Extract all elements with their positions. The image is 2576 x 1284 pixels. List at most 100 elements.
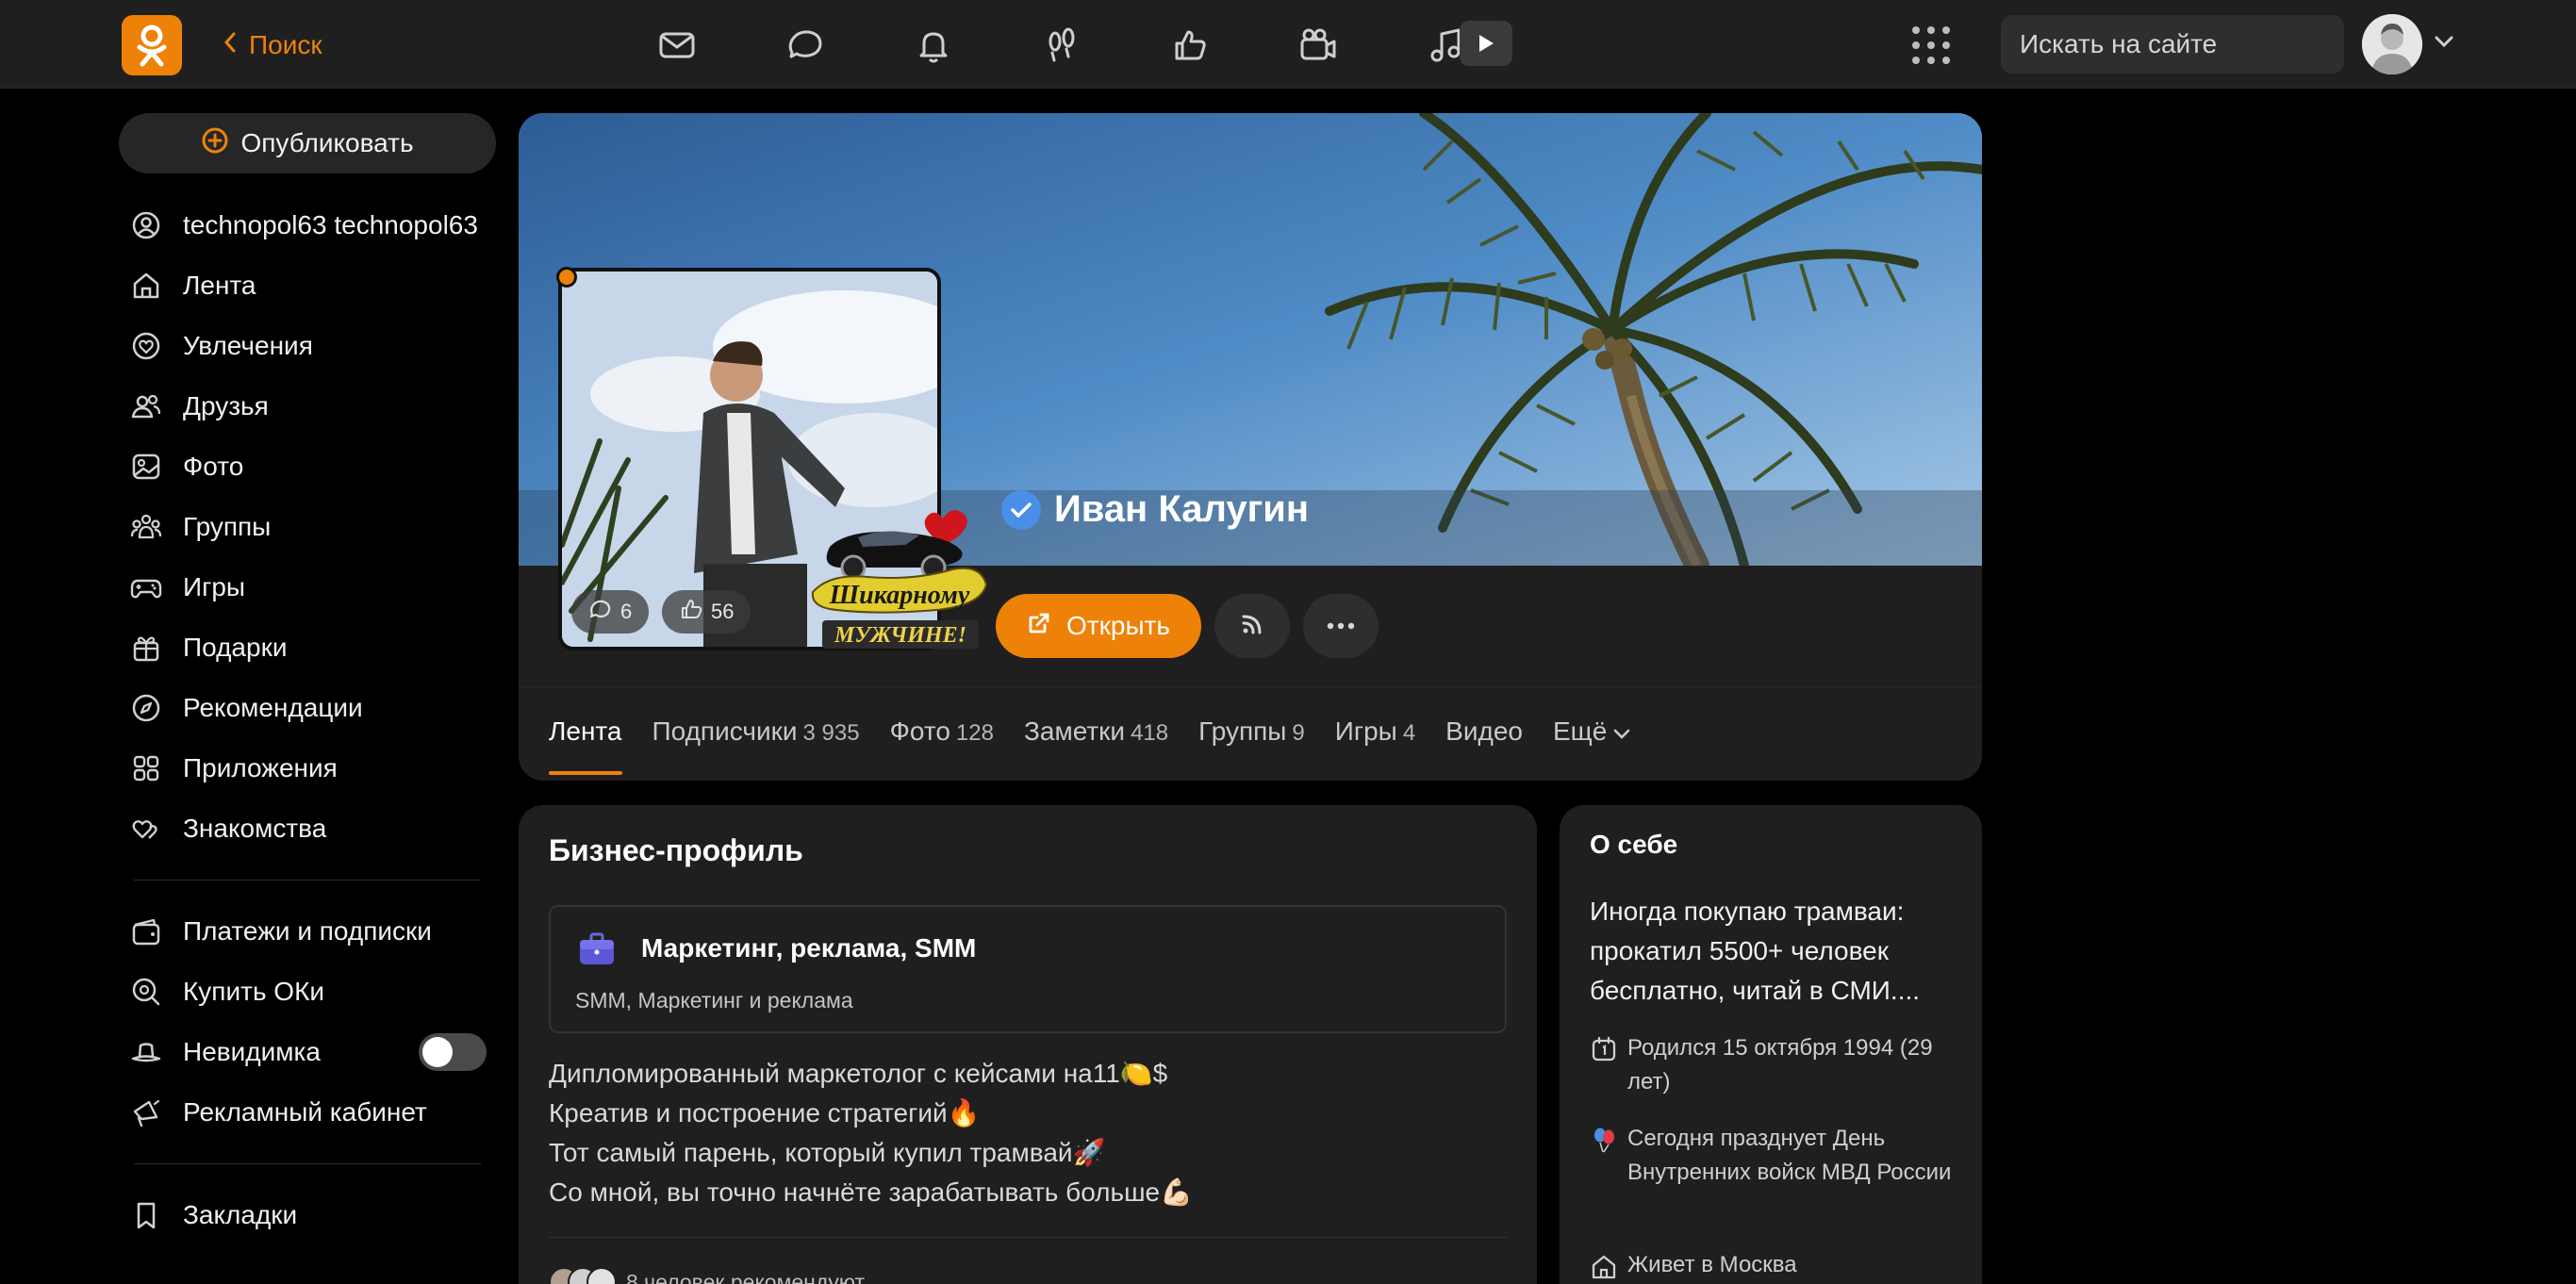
sidebar-item-photos[interactable]: Фото [119,436,496,497]
holiday-row[interactable]: Сегодня празднует День Внутренних войск … [1590,1122,1967,1190]
chevron-down-icon[interactable] [2433,34,2455,54]
business-profile-card: Бизнес-профиль Маркетинг, реклама, SMM S… [519,805,1537,1284]
recommender-avatars [549,1267,617,1284]
business-category: Маркетинг, реклама, SMM [641,933,977,963]
profile-name: Иван Калугин [1054,488,1310,530]
business-subcategory: SMM, Маркетинг и реклама [575,988,853,1012]
likes-count: 56 [711,600,735,623]
sidebar-item-buy-oks[interactable]: Купить ОКи [119,962,496,1022]
sidebar-item-apps[interactable]: Приложения [119,738,496,798]
sidebar-item-label: Рекомендации [183,693,363,722]
back-link-label: Поиск [249,30,322,59]
sidebar-item-groups[interactable]: Группы [119,497,496,557]
friends-icon [131,394,161,419]
invisible-mode-toggle[interactable] [419,1033,487,1071]
photo-likes-counter[interactable]: 56 [662,590,751,634]
notifications-bell-icon[interactable] [869,19,998,72]
tab-more[interactable]: Ещё [1553,716,1631,775]
tab-groups[interactable]: Группы 9 [1198,716,1305,775]
sidebar-item-friends[interactable]: Друзья [119,376,496,436]
publish-button[interactable]: Опубликовать [119,113,496,173]
sidebar-item-recommendations[interactable]: Рекомендации [119,678,496,738]
gift-sticker[interactable]: Шикарному МУЖЧИНЕ! [811,490,990,650]
sidebar-item-hobbies[interactable]: Увлечения [119,316,496,376]
description-line: Тот самый парень, который купил трамвай🚀 [549,1138,1106,1167]
about-card: О себе Иногда покупаю трамваи: прокатил … [1560,805,1982,1284]
calendar-icon [1592,1036,1616,1062]
search-input[interactable] [2020,29,2360,59]
sidebar-item-payments[interactable]: Платежи и подписки [119,901,496,962]
photo-comments-counter[interactable]: 6 [571,590,650,634]
profile-header-card: 6 56 Шикарному МУЖЧИНЕ! Иван Калугин Отк… [519,113,1982,781]
sidebar-item-label: Увлечения [183,331,313,360]
online-indicator [556,267,577,288]
balloons-icon [1594,1128,1614,1153]
guests-footprints-icon[interactable] [998,19,1126,72]
open-button[interactable]: Открыть [996,594,1201,658]
comment-icon [588,597,613,627]
apps-grid-icon[interactable] [1908,23,1954,68]
sidebar-item-invisible[interactable]: Невидимка [119,1022,496,1082]
sidebar-item-bookmarks[interactable]: Закладки [119,1185,496,1245]
tab-games[interactable]: Игры 4 [1335,716,1415,775]
about-title: О себе [1590,830,1678,859]
video-camera-icon[interactable] [1254,19,1382,72]
recommendations-row[interactable]: 8 человек рекомендуют [549,1267,865,1284]
rss-feed-icon [1239,611,1265,642]
description-line: Креатив и построение стратегий🔥 [549,1098,981,1128]
location-row: Живет в Москва [1590,1248,1967,1282]
hat-icon [131,1043,161,1062]
tab-subscribers[interactable]: Подписчики 3 935 [652,716,860,775]
sidebar-item-ads-cabinet[interactable]: Рекламный кабинет [119,1082,496,1143]
messages-icon[interactable] [613,19,741,72]
video-play-icon[interactable] [1460,21,1512,66]
sidebar-item-label: Друзья [183,391,269,420]
birthday-text: Родился 15 октября 1994 (29 лет) [1627,1035,1933,1095]
sidebar-item-label: Лента [183,271,256,300]
sidebar-item-label: Знакомства [183,814,327,843]
tab-feed[interactable]: Лента [549,716,622,775]
tab-photos[interactable]: Фото 128 [890,716,994,775]
chevron-down-icon [1612,716,1631,747]
main-nav-icons [613,19,1511,72]
business-divider [549,1237,1507,1238]
ok-logo-icon [137,25,167,67]
back-to-search-link[interactable]: Поиск [223,26,322,64]
top-navigation-bar: Поиск [0,0,2576,89]
sidebar-menu: technopol63 technopol63 Лента Увлечения … [119,195,496,1245]
tab-notes[interactable]: Заметки 418 [1024,716,1168,775]
bookmark-icon [137,1202,156,1229]
description-line: Дипломированный маркетолог с кейсами на1… [549,1059,1168,1088]
external-link-icon [1027,611,1051,642]
dating-icon [132,820,157,839]
ratings-thumbs-up-icon[interactable] [1126,19,1254,72]
business-category-box[interactable]: Маркетинг, реклама, SMM SMM, Маркетинг и… [549,905,1507,1033]
discussions-icon[interactable] [741,19,869,72]
user-avatar[interactable] [2362,14,2422,74]
profile-name-row: Иван Калугин [1001,488,1309,531]
ok-logo[interactable] [122,15,182,75]
tab-video[interactable]: Видео [1445,716,1523,775]
more-actions-button[interactable] [1303,594,1379,658]
sidebar-item-dating[interactable]: Знакомства [119,798,496,859]
business-profile-title: Бизнес-профиль [549,833,803,867]
sidebar-item-feed[interactable]: Лента [119,255,496,316]
coins-icon [132,978,160,1006]
svg-text:Шикарному: Шикарному [829,581,970,610]
sidebar-item-label: Невидимка [183,1037,321,1066]
sidebar-item-label: technopol63 technopol63 [183,210,478,239]
sidebar-item-label: Группы [183,512,272,541]
sidebar-item-profile[interactable]: technopol63 technopol63 [119,195,496,255]
sidebar-item-games[interactable]: Игры [119,557,496,617]
profile-divider [519,686,1982,687]
comments-count: 6 [620,600,633,623]
plus-circle-icon [201,126,229,161]
description-line: Со мной, вы точно начнёте зарабатывать б… [549,1177,1193,1207]
about-text[interactable]: Иногда покупаю трамваи: прокатил 5500+ ч… [1590,892,1967,1011]
verified-badge-icon [1001,489,1041,530]
compass-icon [132,694,160,722]
sidebar-item-gifts[interactable]: Подарки [119,617,496,678]
more-dots-icon [1327,617,1355,634]
subscribe-feed-button[interactable] [1214,594,1290,658]
gift-icon [133,636,159,662]
